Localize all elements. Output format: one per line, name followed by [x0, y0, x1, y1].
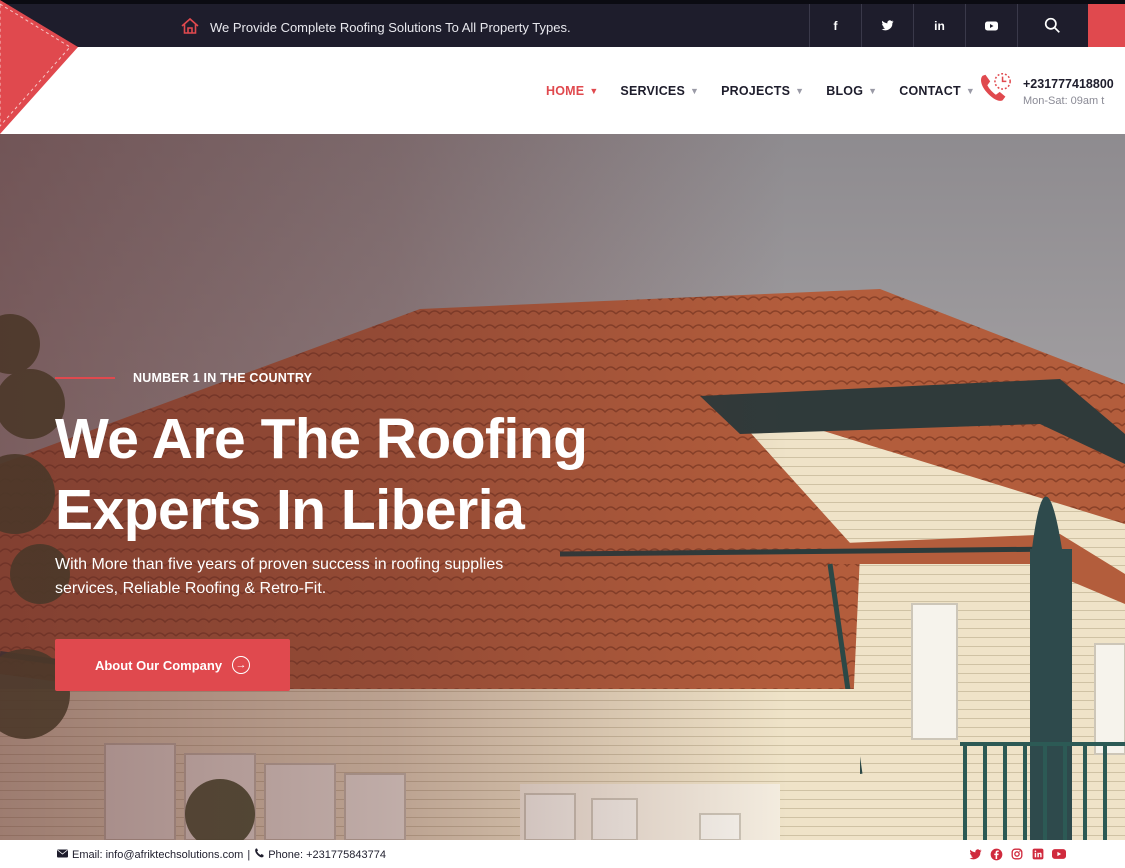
hero-title-line-1: We Are The Roofing	[55, 407, 588, 471]
footer-contact: Email: info@afriktechsolutions.com | Pho…	[57, 848, 386, 861]
hero-lead-line-2: services, Reliable Roofing & Retro-Fit.	[55, 580, 327, 597]
youtube-icon[interactable]	[965, 4, 1017, 47]
nav-home-label: HOME	[546, 84, 585, 98]
hero-lead: With More than five years of proven succ…	[55, 553, 595, 601]
chevron-down-icon: ▼	[795, 86, 805, 96]
nav-home[interactable]: HOME ▼	[546, 84, 598, 98]
eyebrow-line	[55, 377, 115, 379]
hero-title-line-2: Experts In Liberia	[55, 478, 525, 542]
phone-text: +231777418800 Mon-Sat: 09am t	[1023, 77, 1114, 107]
eyebrow-text: NUMBER 1 IN THE COUNTRY	[133, 371, 313, 385]
nav-blog-label: BLOG	[826, 84, 864, 98]
main-nav: HOME ▼ SERVICES ▼ PROJECTS ▼ BLOG ▼ CONT…	[546, 84, 975, 98]
cta-label: About Our Company	[94, 657, 223, 673]
nav-blog[interactable]: BLOG ▼	[826, 84, 877, 98]
chevron-down-icon: ▼	[965, 86, 975, 96]
hero-eyebrow: NUMBER 1 IN THE COUNTRY	[55, 371, 312, 385]
footer-social-icons	[968, 847, 1066, 861]
opening-hours: Mon-Sat: 09am t	[1023, 94, 1105, 107]
hero-section: NUMBER 1 IN THE COUNTRY We Are The Roofi…	[0, 134, 1125, 840]
footer-email[interactable]: Email: info@afriktechsolutions.com	[72, 849, 243, 861]
facebook-icon[interactable]: f	[809, 4, 861, 47]
instagram-icon[interactable]	[1010, 847, 1024, 861]
hero-lead-line-1: With More than five years of proven succ…	[55, 556, 504, 573]
chevron-down-icon: ▼	[690, 86, 700, 96]
topbar-social: f in	[809, 4, 1087, 47]
chevron-down-icon: ▼	[589, 86, 599, 96]
phone-call-icon	[975, 70, 1013, 113]
twitter-icon[interactable]	[861, 4, 913, 47]
hero-title: We Are The Roofing Experts In Liberia	[55, 404, 675, 546]
topbar-accent-tab	[1088, 4, 1125, 47]
nav-services-label: SERVICES	[620, 84, 686, 98]
phone-number: +231777418800	[1023, 76, 1114, 91]
nav-projects-label: PROJECTS	[721, 84, 791, 98]
header-phone[interactable]: +231777418800 Mon-Sat: 09am t	[975, 70, 1114, 113]
footer-separator: |	[247, 848, 251, 861]
youtube-icon[interactable]	[1052, 847, 1066, 861]
topbar-tagline: We Provide Complete Roofing Solutions To…	[180, 12, 571, 42]
nav-contact-label: CONTACT	[899, 84, 961, 98]
nav-contact[interactable]: CONTACT ▼	[899, 84, 975, 98]
twitter-icon[interactable]	[968, 847, 982, 861]
linkedin-icon[interactable]	[1031, 847, 1045, 861]
nav-projects[interactable]: PROJECTS ▼	[721, 84, 804, 98]
bottom-contact-bar: Email: info@afriktechsolutions.com | Pho…	[0, 840, 1125, 868]
house-icon	[180, 16, 200, 39]
envelope-icon	[57, 849, 68, 861]
nav-services[interactable]: SERVICES ▼	[620, 84, 699, 98]
phone-icon	[254, 848, 264, 861]
linkedin-icon[interactable]: in	[913, 4, 965, 47]
footer-phone[interactable]: Phone: +231775843774	[268, 849, 386, 861]
arrow-right-circle-icon: →	[232, 656, 251, 674]
tagline-text: We Provide Complete Roofing Solutions To…	[210, 19, 571, 35]
logo-corner-shape	[0, 0, 78, 134]
top-bar: We Provide Complete Roofing Solutions To…	[0, 0, 1125, 47]
about-company-button[interactable]: About Our Company →	[55, 639, 290, 691]
facebook-icon[interactable]	[989, 847, 1003, 861]
chevron-down-icon: ▼	[868, 86, 878, 96]
search-icon[interactable]	[1017, 4, 1087, 47]
